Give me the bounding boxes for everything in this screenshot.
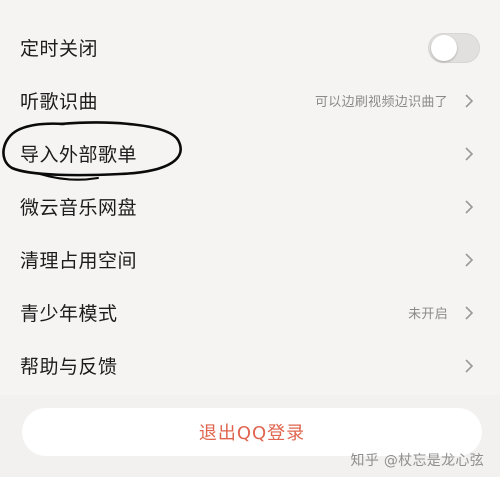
- settings-list: 定时关闭 听歌识曲 可以边刷视频边识曲了 导入外部歌单 微云音乐网盘 清理占用空…: [0, 0, 500, 395]
- help-feedback-label: 帮助与反馈: [20, 356, 118, 378]
- teen-mode-label: 青少年模式: [20, 303, 118, 325]
- import-playlist-label: 导入外部歌单: [20, 144, 138, 166]
- chevron-right-icon: [465, 146, 474, 161]
- weiyun-music-disk-row[interactable]: 微云音乐网盘: [0, 180, 500, 233]
- chevron-right-icon: [465, 305, 474, 320]
- sleep-timer-control: [428, 32, 480, 63]
- help-feedback-right: [462, 357, 476, 375]
- chevron-right-icon: [465, 252, 474, 267]
- teen-mode-row[interactable]: 青少年模式 未开启: [0, 286, 500, 339]
- weiyun-music-disk-label: 微云音乐网盘: [20, 197, 138, 219]
- import-playlist-right: [462, 145, 476, 163]
- logout-label: 退出QQ登录: [198, 423, 306, 444]
- song-recognition-hint: 可以边刷视频边识曲了: [314, 95, 448, 110]
- toggle-knob: [431, 34, 457, 61]
- sleep-timer-toggle[interactable]: [428, 32, 480, 63]
- sleep-timer-label: 定时关闭: [20, 38, 99, 60]
- weiyun-music-disk-right: [462, 198, 476, 216]
- chevron-right-icon: [465, 358, 474, 373]
- sleep-timer-row[interactable]: 定时关闭: [0, 21, 500, 74]
- clear-storage-row[interactable]: 清理占用空间: [0, 233, 500, 286]
- clear-storage-label: 清理占用空间: [20, 250, 138, 272]
- clear-storage-right: [462, 251, 476, 269]
- chevron-right-icon: [465, 93, 474, 108]
- teen-mode-right: 未开启: [408, 303, 476, 322]
- song-recognition-right: 可以边刷视频边识曲了: [315, 91, 476, 110]
- chevron-right-icon: [465, 199, 474, 214]
- teen-mode-status: 未开启: [408, 307, 448, 322]
- song-recognition-row[interactable]: 听歌识曲 可以边刷视频边识曲了: [0, 74, 500, 127]
- logout-button[interactable]: 退出QQ登录: [22, 408, 482, 456]
- help-feedback-row[interactable]: 帮助与反馈: [0, 339, 500, 392]
- import-playlist-row[interactable]: 导入外部歌单: [0, 127, 500, 180]
- watermark: 知乎 @杖忘是龙心弦: [350, 453, 484, 469]
- song-recognition-label: 听歌识曲: [20, 91, 99, 113]
